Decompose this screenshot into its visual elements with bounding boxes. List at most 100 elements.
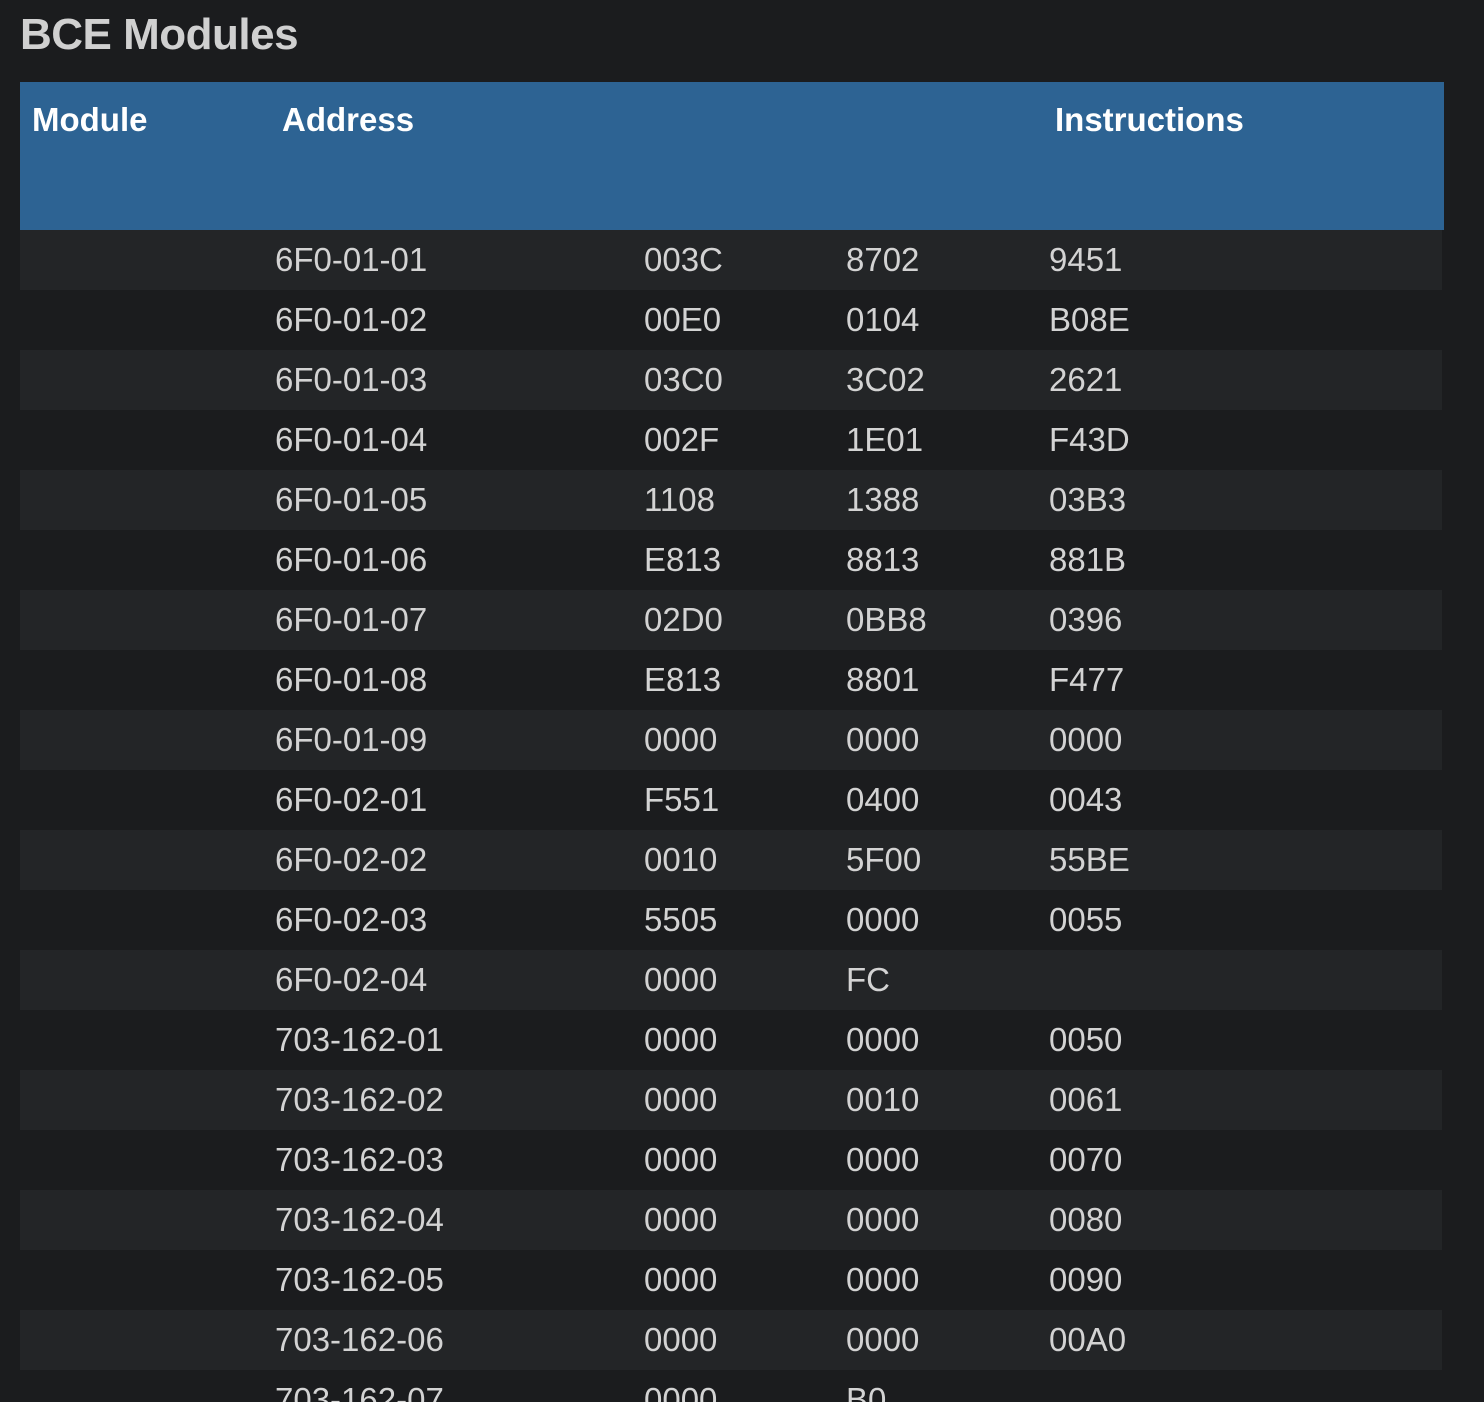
cell-instruction-2: 0104 <box>846 301 920 338</box>
cell-instruction-2: 8813 <box>846 541 920 578</box>
cell-instruction-1: 0000 <box>644 1201 718 1238</box>
table-row: 703-162-05 0000 0000 0090 <box>20 1250 1442 1310</box>
cell-instruction-1: 0000 <box>644 1021 718 1058</box>
cell-address: 6F0-01-04 <box>275 421 428 458</box>
cell-instruction-1: 0000 <box>644 1381 718 1402</box>
cell-address: 6F0-01-07 <box>275 601 428 638</box>
cell-instruction-3: 0043 <box>1049 781 1123 818</box>
table-row: 6F0-01-07 02D0 0BB8 0396 <box>20 590 1442 650</box>
table-row: 6F0-01-01 003C 8702 9451 <box>20 230 1442 290</box>
cell-instruction-1: 1108 <box>644 481 715 518</box>
cell-instruction-2: 8702 <box>846 241 920 278</box>
cell-address: 6F0-02-01 <box>275 781 428 818</box>
cell-instruction-2: 5F00 <box>846 841 922 878</box>
table-row: 703-162-07 0000 B0 <box>20 1370 1442 1402</box>
cell-instruction-1: 0000 <box>644 1261 718 1298</box>
cell-address: 703-162-06 <box>275 1321 444 1358</box>
cell-instruction-3: 00A0 <box>1049 1321 1127 1358</box>
table-row: 6F0-02-03 5505 0000 0055 <box>20 890 1442 950</box>
cell-instruction-1: 002F <box>644 421 720 458</box>
cell-instruction-1: 0000 <box>644 721 718 758</box>
cell-instruction-2: 0000 <box>846 901 920 938</box>
cell-instruction-1: 003C <box>644 241 723 278</box>
cell-address: 703-162-03 <box>275 1141 444 1178</box>
cell-instruction-3: F43D <box>1049 421 1130 458</box>
table-row: 703-162-06 0000 0000 00A0 <box>20 1310 1442 1370</box>
cell-address: 6F0-01-02 <box>275 301 428 338</box>
cell-address: 703-162-07 <box>275 1381 444 1402</box>
table-row: 6F0-02-04 0000 FC <box>20 950 1442 1010</box>
cell-instruction-3: 0090 <box>1049 1261 1123 1298</box>
table-row: 6F0-01-06 E813 8813 881B <box>20 530 1442 590</box>
cell-instruction-2: FC <box>846 961 890 998</box>
cell-instruction-3: 0070 <box>1049 1141 1123 1178</box>
page-title: BCE Modules <box>20 10 299 59</box>
column-header-module[interactable]: Module <box>32 100 147 140</box>
cell-address: 6F0-02-04 <box>275 961 428 998</box>
cell-instruction-3: 0055 <box>1049 901 1123 938</box>
table-row: 6F0-01-09 0000 0000 0000 <box>20 710 1442 770</box>
modules-table: Module Address Instructions 6F0-01-01 003… <box>20 82 1444 1402</box>
table-row: 6F0-01-04 002F 1E01 F43D <box>20 410 1442 470</box>
column-header-address[interactable]: Address <box>282 100 414 140</box>
table-row: 703-162-01 0000 0000 0050 <box>20 1010 1442 1070</box>
cell-instruction-1: F551 <box>644 781 720 818</box>
cell-instruction-2: 0000 <box>846 1021 920 1058</box>
table-row: 6F0-01-03 03C0 3C02 2621 <box>20 350 1442 410</box>
cell-instruction-2: 8801 <box>846 661 920 698</box>
cell-address: 6F0-01-01 <box>275 241 428 278</box>
cell-instruction-2: 0000 <box>846 1261 920 1298</box>
cell-instruction-2: 3C02 <box>846 361 925 398</box>
cell-instruction-3: 2621 <box>1049 361 1123 398</box>
cell-instruction-1: 0000 <box>644 1141 718 1178</box>
cell-instruction-2: 1388 <box>846 481 920 518</box>
cell-instruction-3: 0061 <box>1049 1081 1123 1118</box>
column-header-instructions[interactable]: Instructions <box>1055 100 1244 140</box>
cell-instruction-3: 881B <box>1049 541 1127 578</box>
table-row: 6F0-02-01 F551 0400 0043 <box>20 770 1442 830</box>
cell-instruction-3: 03B3 <box>1049 481 1127 518</box>
cell-instruction-2: 0010 <box>846 1081 920 1118</box>
cell-address: 6F0-01-09 <box>275 721 428 758</box>
cell-instruction-2: 1E01 <box>846 421 924 458</box>
cell-instruction-3: 0080 <box>1049 1201 1123 1238</box>
cell-address: 703-162-01 <box>275 1021 444 1058</box>
cell-address: 6F0-01-06 <box>275 541 428 578</box>
cell-instruction-1: 0010 <box>644 841 718 878</box>
cell-instruction-1: 03C0 <box>644 361 723 398</box>
cell-address: 6F0-02-02 <box>275 841 428 878</box>
table-row: 703-162-04 0000 0000 0080 <box>20 1190 1442 1250</box>
cell-address: 6F0-02-03 <box>275 901 428 938</box>
cell-address: 6F0-01-05 <box>275 481 428 518</box>
table-row: 6F0-01-02 00E0 0104 B08E <box>20 290 1442 350</box>
cell-instruction-2: 0000 <box>846 1321 920 1358</box>
cell-instruction-3: 0050 <box>1049 1021 1123 1058</box>
table-row: 6F0-01-08 E813 8801 F477 <box>20 650 1442 710</box>
cell-instruction-2: 0000 <box>846 1141 920 1178</box>
table-row: 6F0-02-02 0010 5F00 55BE <box>20 830 1442 890</box>
table-row: 6F0-01-05 1108 1388 03B3 <box>20 470 1442 530</box>
cell-instruction-2: 0400 <box>846 781 920 818</box>
cell-instruction-3: 0000 <box>1049 721 1123 758</box>
cell-instruction-3: 0396 <box>1049 601 1123 638</box>
cell-instruction-1: 02D0 <box>644 601 723 638</box>
cell-address: 703-162-05 <box>275 1261 444 1298</box>
cell-address: 703-162-04 <box>275 1201 444 1238</box>
cell-instruction-2: B0 <box>846 1381 887 1402</box>
cell-address: 6F0-01-03 <box>275 361 428 398</box>
table-header: Module Address Instructions <box>20 82 1444 230</box>
cell-instruction-1: E813 <box>644 541 722 578</box>
cell-instruction-1: 0000 <box>644 1321 718 1358</box>
cell-instruction-1: 0000 <box>644 1081 718 1118</box>
cell-instruction-2: 0000 <box>846 1201 920 1238</box>
cell-instruction-3: F477 <box>1049 661 1125 698</box>
table-row: 703-162-03 0000 0000 0070 <box>20 1130 1442 1190</box>
cell-instruction-1: 00E0 <box>644 301 722 338</box>
cell-address: 703-162-02 <box>275 1081 444 1118</box>
cell-instruction-3: B08E <box>1049 301 1130 338</box>
cell-instruction-3: 9451 <box>1049 241 1123 278</box>
cell-instruction-1: 5505 <box>644 901 718 938</box>
cell-instruction-2: 0BB8 <box>846 601 927 638</box>
cell-instruction-1: E813 <box>644 661 722 698</box>
cell-instruction-2: 0000 <box>846 721 920 758</box>
